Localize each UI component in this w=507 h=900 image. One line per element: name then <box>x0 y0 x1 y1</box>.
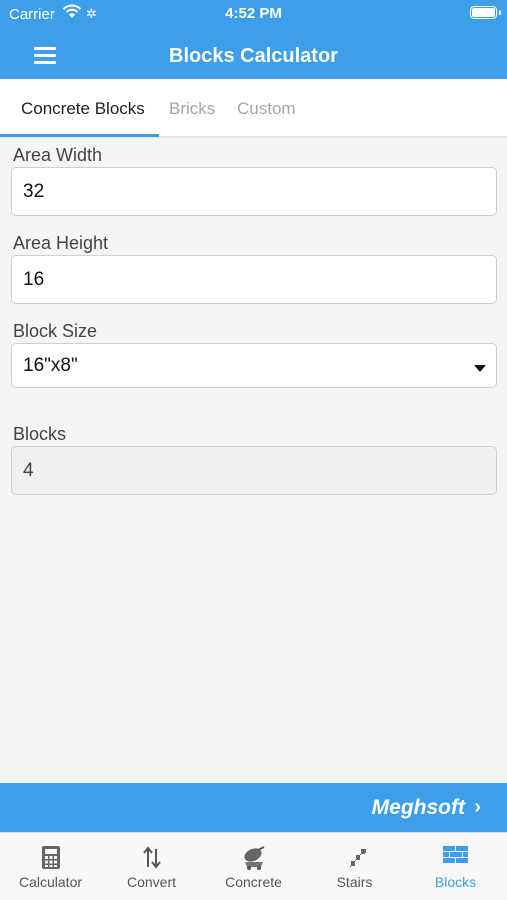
tabbar-label-convert: Convert <box>126 874 177 890</box>
active-tab-indicator <box>0 134 159 137</box>
area-height-input[interactable]: 16 <box>11 255 497 304</box>
tab-bricks[interactable]: Bricks <box>169 99 215 119</box>
tabbar-label-concrete: Concrete <box>225 874 282 890</box>
blocks-result: 4 <box>11 446 497 495</box>
tabbar-item-stairs[interactable]: Stairs <box>304 833 405 900</box>
tab-concrete-blocks[interactable]: Concrete Blocks <box>21 99 145 119</box>
stairs-icon <box>304 845 405 871</box>
dropdown-caret-icon <box>474 365 486 372</box>
tabbar-item-calculator[interactable]: Calculator <box>0 833 101 900</box>
battery-icon <box>470 6 497 19</box>
chevron-right-icon: › <box>474 796 481 818</box>
tabbar-label-blocks: Blocks <box>434 874 477 890</box>
blocks-label: Blocks <box>13 424 67 444</box>
bottom-tab-bar: Calculator Convert Concrete Stairs Block… <box>0 832 507 900</box>
block-size-value: 16"x8" <box>23 354 78 376</box>
brand-name: Meghsoft <box>371 796 465 819</box>
area-height-value: 16 <box>23 268 45 290</box>
area-height-label: Area Height <box>13 233 109 253</box>
calculator-icon <box>0 845 101 871</box>
page-title: Blocks Calculator <box>169 45 338 67</box>
tabbar-item-blocks[interactable]: Blocks <box>405 833 506 900</box>
status-bar: Carrier ✲ 4:52 PM <box>0 0 507 28</box>
tabbar-label-calculator: Calculator <box>18 874 83 890</box>
area-width-label: Area Width <box>13 145 103 165</box>
blocks-value: 4 <box>23 459 34 481</box>
calculator-tabs: Concrete Blocks Bricks Custom <box>0 79 507 137</box>
convert-arrows-icon <box>101 845 202 871</box>
area-width-value: 32 <box>23 180 45 202</box>
area-width-input[interactable]: 32 <box>11 167 497 216</box>
blocks-icon <box>405 845 506 871</box>
concrete-mixer-icon <box>203 845 304 871</box>
tab-custom[interactable]: Custom <box>237 99 296 119</box>
block-size-select[interactable]: 16"x8" <box>11 343 497 388</box>
block-size-label: Block Size <box>13 321 98 341</box>
app-header: Carrier ✲ 4:52 PM Blocks Calculator <box>0 0 507 79</box>
tabbar-label-stairs: Stairs <box>336 874 373 890</box>
tabbar-item-concrete[interactable]: Concrete <box>203 833 304 900</box>
tabbar-item-convert[interactable]: Convert <box>101 833 202 900</box>
status-time: 4:52 PM <box>225 5 282 22</box>
meghsoft-banner[interactable]: Meghsoft › <box>0 783 507 832</box>
